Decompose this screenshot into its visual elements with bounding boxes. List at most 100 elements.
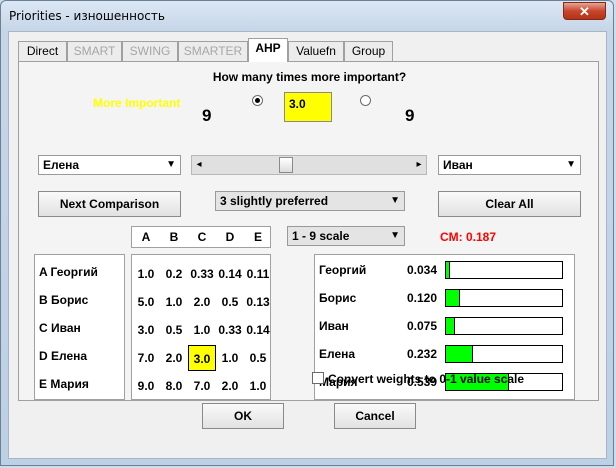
close-button[interactable]: ✕ <box>563 2 606 20</box>
matrix-cell[interactable]: 8.0 <box>160 373 188 399</box>
close-icon: ✕ <box>579 4 590 19</box>
right-more-important-radio[interactable] <box>360 95 371 106</box>
row-label: D Елена <box>39 349 88 363</box>
matrix-cell[interactable]: 0.13 <box>244 289 272 315</box>
chevron-down-icon: ▼ <box>166 159 176 170</box>
tab-ahp[interactable]: AHP <box>248 38 288 62</box>
weight-value: 0.075 <box>406 319 437 333</box>
chevron-down-icon: ▼ <box>390 230 400 241</box>
dialog-client: Direct SMART SWING SMARTER AHP Valuefn G… <box>8 31 607 459</box>
tab-label: Group <box>351 44 386 58</box>
scale-dropdown[interactable]: 1 - 9 scale ▼ <box>287 226 405 246</box>
row-label: B Борис <box>39 293 89 307</box>
preference-dropdown[interactable]: 3 slightly preferred ▼ <box>215 191 405 211</box>
matrix-cell[interactable]: 2.0 <box>160 345 188 371</box>
matrix-cell[interactable]: 3.0 <box>132 317 160 343</box>
comparison-matrix: 1.0 0.2 0.33 0.14 0.11 5.0 1.0 2.0 0.5 0.13 3.0 0.5… <box>131 254 271 400</box>
row-label: A Георгий <box>39 265 98 279</box>
tab-direct[interactable]: Direct <box>18 41 67 61</box>
weight-name: Иван <box>319 319 349 333</box>
tab-smart[interactable]: SMART <box>67 41 122 61</box>
question-label: How many times more important? <box>212 70 407 84</box>
matrix-cell[interactable]: 1.0 <box>244 373 272 399</box>
next-comparison-button[interactable]: Next Comparison <box>38 191 181 217</box>
ok-button[interactable]: OK <box>202 403 284 429</box>
matrix-cell[interactable]: 0.14 <box>216 261 244 287</box>
col-header: B <box>169 230 179 244</box>
weight-value: 0.120 <box>406 291 437 305</box>
left-more-important-radio[interactable] <box>252 95 263 106</box>
tab-group[interactable]: Group <box>344 41 393 61</box>
col-header: E <box>253 230 262 244</box>
tab-swing[interactable]: SWING <box>122 41 178 61</box>
ratio-value-field[interactable]: 3.0 <box>284 92 332 122</box>
clear-all-button[interactable]: Clear All <box>438 191 581 217</box>
weight-value: 0.232 <box>406 347 437 361</box>
matrix-cell[interactable]: 1.0 <box>188 317 216 343</box>
matrix-cell[interactable]: 7.0 <box>132 345 160 371</box>
tab-label: Direct <box>26 44 59 58</box>
convert-weights-checkbox[interactable] <box>312 372 324 384</box>
tab-label: SMART <box>73 44 116 58</box>
left-scale-max: 9 <box>202 106 212 125</box>
matrix-cell[interactable]: 0.11 <box>244 261 272 287</box>
matrix-cell[interactable]: 3.0 <box>188 345 216 371</box>
window-title: Priorities - изношенность <box>9 9 165 23</box>
slider-thumb[interactable] <box>279 157 293 173</box>
matrix-cell[interactable]: 0.2 <box>160 261 188 287</box>
weight-value: 0.034 <box>406 263 437 277</box>
chevron-down-icon: ▼ <box>390 195 400 206</box>
matrix-cell[interactable]: 7.0 <box>188 373 216 399</box>
tab-valuefn[interactable]: Valuefn <box>288 41 344 61</box>
priorities-window: Priorities - изношенность ✕ Direct SMART… <box>0 0 614 466</box>
more-important-label: More Important <box>93 96 181 110</box>
tab-label: Valuefn <box>296 44 336 58</box>
left-item-value: Елена <box>43 158 80 172</box>
matrix-row-labels: A Георгий B Борис C Иван D Елена E Мария <box>34 254 125 400</box>
col-header: A <box>141 230 151 244</box>
matrix-cell[interactable]: 5.0 <box>132 289 160 315</box>
row-label: C Иван <box>39 321 81 335</box>
weight-bar-fill <box>446 290 460 306</box>
col-header: D <box>225 230 235 244</box>
matrix-cell[interactable]: 0.5 <box>216 289 244 315</box>
matrix-header: A B C D E <box>131 226 271 248</box>
weight-bar-fill <box>446 318 455 334</box>
weight-bar <box>445 289 563 307</box>
weight-bar <box>445 317 563 335</box>
convert-weights-label: Convert weights to 0-1 value scale <box>328 372 525 386</box>
matrix-cell[interactable]: 0.33 <box>216 317 244 343</box>
matrix-cell[interactable]: 0.33 <box>188 261 216 287</box>
matrix-cell[interactable]: 1.0 <box>216 345 244 371</box>
weight-bar <box>445 261 563 279</box>
consistency-measure: CM: 0.187 <box>440 230 497 244</box>
matrix-cell[interactable]: 0.14 <box>244 317 272 343</box>
tab-smarter[interactable]: SMARTER <box>178 41 248 61</box>
matrix-cell[interactable]: 0.5 <box>160 317 188 343</box>
matrix-cell[interactable]: 2.0 <box>188 289 216 315</box>
preference-value: 3 slightly preferred <box>220 194 329 208</box>
title-bar[interactable]: Priorities - изношенность ✕ <box>1 1 613 31</box>
weight-bar <box>445 345 563 363</box>
right-scale-max: 9 <box>405 106 415 125</box>
slider-right-arrow-icon[interactable]: ▸ <box>412 156 426 174</box>
matrix-cell[interactable]: 2.0 <box>216 373 244 399</box>
weight-bar-fill <box>446 262 450 278</box>
weight-name: Георгий <box>319 263 367 277</box>
ahp-panel: How many times more important? More Impo… <box>18 61 599 401</box>
weight-name: Елена <box>319 347 356 361</box>
importance-slider[interactable]: ◂ ▸ <box>191 155 427 175</box>
weight-bar-fill <box>446 346 473 362</box>
matrix-cell[interactable]: 9.0 <box>132 373 160 399</box>
slider-left-arrow-icon[interactable]: ◂ <box>192 156 206 174</box>
row-label: E Мария <box>39 377 89 391</box>
right-item-value: Иван <box>443 158 473 172</box>
tab-label: SMARTER <box>183 44 243 58</box>
left-item-dropdown[interactable]: Елена ▼ <box>38 155 181 175</box>
matrix-cell[interactable]: 1.0 <box>160 289 188 315</box>
scale-value: 1 - 9 scale <box>292 229 350 243</box>
matrix-cell[interactable]: 1.0 <box>132 261 160 287</box>
cancel-button[interactable]: Cancel <box>334 403 416 429</box>
matrix-cell[interactable]: 0.5 <box>244 345 272 371</box>
right-item-dropdown[interactable]: Иван ▼ <box>438 155 581 175</box>
